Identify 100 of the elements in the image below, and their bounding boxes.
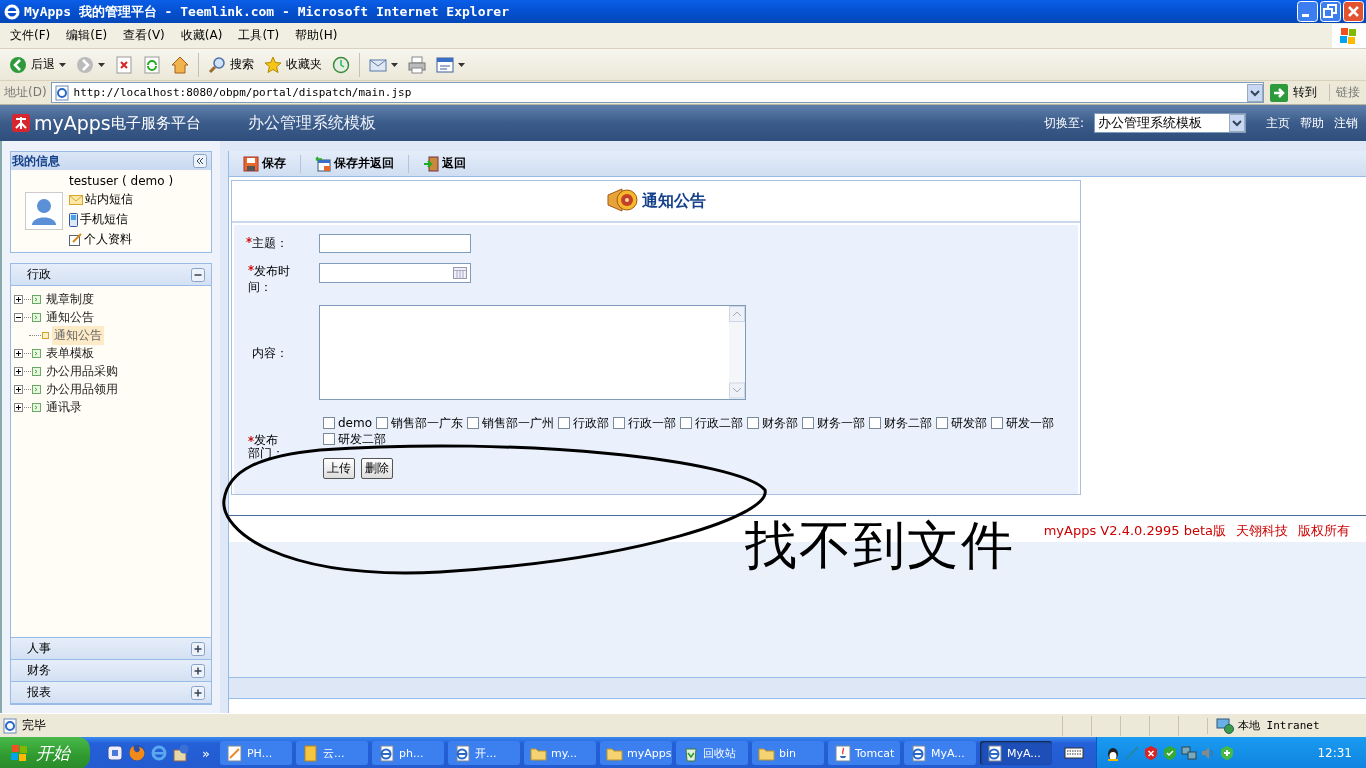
taskbar-button[interactable]: ph... (371, 741, 444, 765)
dropdown-arrow-icon (391, 62, 398, 67)
panel-title[interactable]: 报表 (27, 684, 51, 701)
info-link[interactable]: 站内短信 (69, 191, 174, 208)
toolbar-button[interactable]: 后退 (6, 53, 69, 76)
info-link[interactable]: 个人资料 (69, 231, 174, 248)
text-field[interactable] (319, 233, 471, 253)
more-button[interactable]: » (202, 745, 210, 761)
panel-title[interactable]: 人事 (27, 640, 51, 657)
minus-icon[interactable] (191, 267, 205, 282)
taskbar-button[interactable]: Tomcat (827, 741, 900, 765)
shield-icon[interactable] (1142, 745, 1159, 761)
checkbox[interactable] (936, 417, 949, 429)
checkbox-option[interactable]: 财务一部 (802, 416, 866, 430)
panel-title[interactable]: 财务 (27, 662, 51, 679)
taskbar-button[interactable]: 回收站 (675, 741, 748, 765)
restore-icon[interactable] (1320, 1, 1341, 22)
taskbar-button[interactable]: MyA... (979, 741, 1052, 765)
header-link[interactable]: 主页 (1266, 114, 1290, 132)
action-button[interactable]: 保存并返回 (311, 155, 398, 172)
tree-item[interactable]: 通知公告 (44, 307, 96, 327)
taskbar-button[interactable]: bin (751, 741, 824, 765)
tree-item[interactable]: 规章制度 (44, 289, 96, 309)
taskbar-button[interactable]: PH... (219, 741, 292, 765)
text-area[interactable] (319, 305, 746, 400)
plus-shield-icon[interactable] (1218, 745, 1235, 761)
checkbox[interactable] (558, 417, 571, 429)
save-icon (243, 155, 259, 172)
tree-item[interactable]: 表单模板 (44, 343, 96, 363)
tree-plus-icon[interactable] (14, 348, 23, 358)
checkbox-option[interactable]: 行政一部 (613, 416, 677, 430)
close-icon[interactable] (1343, 1, 1364, 22)
network-icon[interactable] (1180, 745, 1197, 761)
taskbar-button[interactable]: myApps (599, 741, 672, 765)
toolbar-button[interactable]: 收藏夹 (261, 53, 325, 76)
checkbox-option[interactable]: 销售部一广东 (376, 416, 464, 430)
checkbox[interactable] (680, 417, 693, 429)
date-field[interactable] (319, 263, 471, 283)
checkbox-option[interactable]: 财务二部 (869, 416, 933, 430)
checkbox[interactable] (991, 417, 1004, 429)
plus-icon[interactable] (191, 663, 205, 678)
taskbar-button[interactable]: 开... (447, 741, 520, 765)
checkbox-option[interactable]: demo (323, 416, 373, 430)
header-link[interactable]: 注销 (1334, 114, 1358, 132)
tree-item[interactable]: 办公用品采购 (44, 361, 120, 381)
toolbar-button[interactable]: 搜索 (205, 53, 257, 76)
tree-minus-icon[interactable] (14, 312, 23, 322)
tree-item[interactable]: 通知公告 (52, 325, 104, 345)
ie-icon[interactable] (150, 744, 168, 762)
action-button[interactable]: 保存 (239, 155, 290, 172)
plus-icon[interactable] (191, 685, 205, 700)
toolbar-button[interactable] (405, 53, 429, 76)
info-link[interactable]: 手机短信 (69, 211, 174, 228)
tree-plus-icon[interactable] (14, 294, 23, 304)
links-button[interactable]: 链接 (1329, 84, 1366, 101)
plus-icon[interactable] (191, 641, 205, 656)
address-field[interactable]: http://localhost:8080/obpm/portal/dispatch/main.jsp (50, 82, 1264, 103)
action-button[interactable]: 返回 (419, 155, 470, 172)
go-button[interactable]: 转到 (1268, 83, 1325, 102)
checkbox[interactable] (869, 417, 882, 429)
checkbox[interactable] (613, 417, 626, 429)
checkbox[interactable] (802, 417, 815, 429)
firefox-icon[interactable] (128, 744, 146, 762)
taskbar-button[interactable]: 云... (295, 741, 368, 765)
checkbox[interactable] (376, 417, 389, 429)
menu-item[interactable]: 查看(V) (117, 27, 171, 44)
menu-item[interactable]: 收藏(A) (174, 27, 229, 44)
tree-item[interactable]: 通讯录 (44, 397, 84, 417)
checkbox-option[interactable]: 研发二部 (323, 432, 386, 446)
start-button[interactable]: 开始 (0, 737, 90, 768)
checkbox[interactable] (467, 417, 480, 429)
tree-plus-icon[interactable] (14, 384, 23, 394)
form-button[interactable]: 上传 (323, 458, 355, 479)
checkbox-option[interactable]: 研发一部 (991, 416, 1055, 430)
checkbox-option[interactable]: 财务部 (747, 416, 799, 430)
menu-item[interactable]: 文件(F) (4, 27, 57, 44)
minimize-icon[interactable] (1297, 1, 1318, 22)
checkbox-option[interactable]: 销售部一广州 (467, 416, 555, 430)
tree-item[interactable]: 办公用品领用 (44, 379, 120, 399)
form-button[interactable]: 删除 (361, 458, 393, 479)
dropdown-arrow-icon (98, 62, 105, 67)
menu-item[interactable]: 工具(T) (232, 27, 286, 44)
checkbox[interactable] (323, 417, 335, 429)
collapse-icon[interactable] (193, 154, 207, 168)
tree-plus-icon[interactable] (14, 402, 23, 412)
taskbar-button[interactable]: my... (523, 741, 596, 765)
menu-item[interactable]: 帮助(H) (289, 27, 344, 44)
desktop-icon[interactable] (106, 744, 124, 762)
checkbox-option[interactable]: 行政部 (558, 416, 610, 430)
template-select[interactable]: 办公管理系统模板 (1094, 113, 1246, 133)
taskbar-button[interactable]: MyA... (903, 741, 976, 765)
panel-title[interactable]: 行政 (27, 266, 51, 283)
checkbox[interactable] (747, 417, 760, 429)
menu-item[interactable]: 编辑(E) (60, 27, 114, 44)
header-link[interactable]: 帮助 (1300, 114, 1324, 132)
shield-check-icon[interactable] (1161, 745, 1178, 761)
checkbox[interactable] (323, 433, 335, 445)
tree-plus-icon[interactable] (14, 366, 23, 376)
checkbox-option[interactable]: 研发部 (936, 416, 988, 430)
checkbox-option[interactable]: 行政二部 (680, 416, 744, 430)
